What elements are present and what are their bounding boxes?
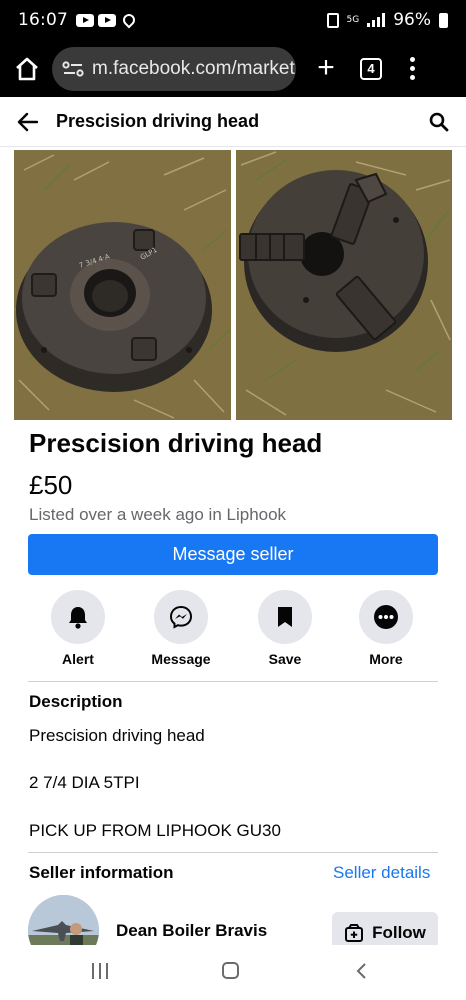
- listing-photo-2[interactable]: [236, 150, 452, 420]
- follow-label: Follow: [372, 923, 426, 942]
- battery-percent: 96%: [393, 10, 431, 30]
- tab-switcher-button[interactable]: 4: [360, 57, 382, 80]
- message-button[interactable]: Message: [146, 590, 216, 667]
- back-button[interactable]: [354, 963, 370, 979]
- more-label: More: [369, 651, 403, 667]
- divider: [28, 681, 438, 682]
- status-time: 16:07: [18, 10, 68, 30]
- chuck-photo: [236, 150, 452, 420]
- alert-button[interactable]: Alert: [43, 590, 113, 667]
- page-title: Prescision driving head: [56, 111, 260, 131]
- system-icons: 5G 96%: [326, 10, 448, 30]
- bookmark-icon: [278, 607, 292, 627]
- listing-meta: Listed over a week ago in Liphook: [29, 505, 287, 524]
- follow-icon: [345, 924, 364, 942]
- alert-label: Alert: [62, 651, 94, 667]
- description-line: 2 7/4 DIA 5TPI: [29, 773, 140, 792]
- home-icon: [16, 57, 38, 80]
- seller-name[interactable]: Dean Boiler Bravis: [116, 921, 267, 941]
- message-seller-button[interactable]: Message seller: [28, 534, 438, 575]
- listing-photo-1[interactable]: 7 3/4 4·A GLP1: [14, 150, 231, 420]
- faceplate-photo: 7 3/4 4·A GLP1: [14, 150, 231, 420]
- description-line: Prescision driving head: [29, 726, 205, 745]
- description-line: PICK UP FROM LIPHOOK GU30: [29, 821, 281, 840]
- browser-toolbar: m.facebook.com/market + 4: [0, 40, 466, 97]
- status-bar: 16:07 5G 96%: [0, 0, 466, 40]
- more-button[interactable]: More: [351, 590, 421, 667]
- more-button-circle[interactable]: [359, 590, 413, 644]
- recent-apps-button[interactable]: [92, 963, 108, 979]
- listing-title: Prescision driving head: [29, 428, 323, 458]
- new-tab-button[interactable]: +: [310, 52, 342, 85]
- browser-menu-button[interactable]: [410, 57, 416, 80]
- listing-price: £50: [29, 470, 73, 500]
- seller-info-heading: Seller information: [29, 863, 174, 882]
- page-header: Prescision driving head: [0, 97, 466, 147]
- save-label: Save: [268, 651, 302, 667]
- nfc-icon: [326, 12, 339, 28]
- search-icon[interactable]: [428, 111, 450, 133]
- youtube-icon: [98, 13, 116, 27]
- browser-home-button[interactable]: [12, 54, 42, 84]
- seller-details-link[interactable]: Seller details: [333, 863, 430, 883]
- address-bar[interactable]: m.facebook.com/market: [52, 46, 296, 91]
- youtube-icon: [76, 13, 94, 27]
- bell-icon: [69, 607, 87, 629]
- home-button[interactable]: [222, 962, 239, 979]
- action-row: Alert Message Save More: [28, 590, 438, 670]
- divider: [28, 852, 438, 853]
- save-button[interactable]: Save: [250, 590, 320, 667]
- back-arrow-icon[interactable]: [16, 110, 40, 134]
- location-icon: [120, 11, 138, 29]
- message-button-circle[interactable]: [154, 590, 208, 644]
- site-settings-icon[interactable]: [62, 60, 84, 77]
- save-button-circle[interactable]: [258, 590, 312, 644]
- message-label: Message: [151, 651, 211, 667]
- messenger-icon: [169, 605, 193, 629]
- url-text: m.facebook.com/market: [92, 57, 295, 79]
- system-nav-bar: [0, 945, 466, 1000]
- signal-icon: [367, 13, 386, 27]
- network-type-icon: 5G: [346, 14, 360, 25]
- more-dots-icon: [374, 605, 398, 629]
- notification-icons: [76, 11, 138, 29]
- alert-button-circle[interactable]: [51, 590, 105, 644]
- battery-icon: [439, 12, 448, 28]
- description-heading: Description: [29, 692, 123, 711]
